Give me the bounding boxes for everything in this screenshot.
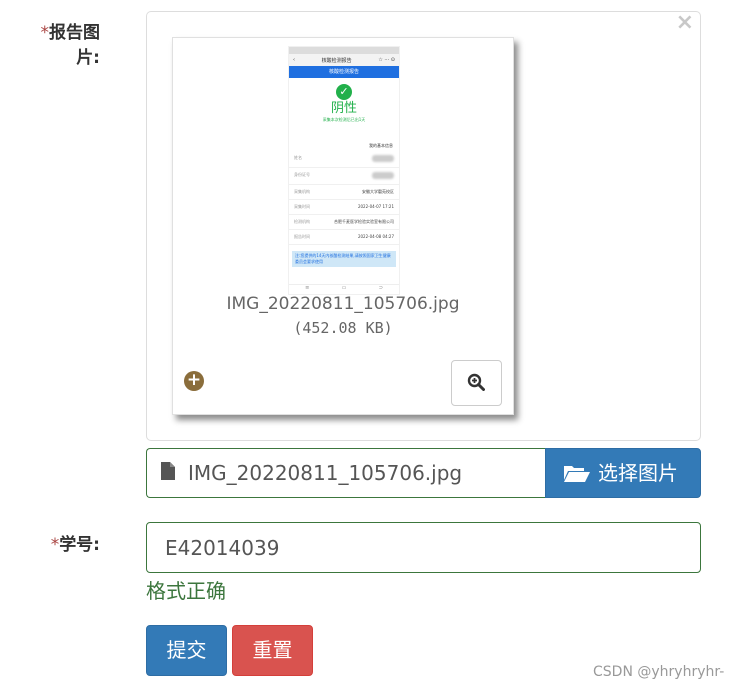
phone-info-row: 身份证号 — [289, 168, 399, 185]
close-icon[interactable]: × — [676, 10, 694, 35]
phone-section-title: 我的基本信息 — [369, 143, 393, 148]
phone-info-rows: 姓名身份证号采集机构 安徽大学磬苑校区采集时间 2022-04-07 17:21 检测… — [289, 151, 399, 245]
preview-file-size: (452.08 KB) — [293, 319, 393, 337]
choose-image-label: 选择图片 — [598, 461, 678, 485]
file-caption[interactable]: IMG_20220811_105706.jpg — [146, 448, 545, 498]
file-caption-text: IMG_20220811_105706.jpg — [188, 461, 463, 485]
file-input-group: IMG_20220811_105706.jpg 选择图片 — [146, 448, 701, 498]
phone-nav-bar: ≡ ▭ ⊃ — [289, 284, 399, 294]
phone-info-value: 安徽大学磬苑校区 — [362, 189, 394, 194]
phone-info-row: 姓名 — [289, 151, 399, 168]
phone-info-row: 采集时间 2022-04-07 17:21 — [289, 200, 399, 215]
phone-header: 核酸检测报告 — [289, 66, 399, 78]
folder-open-icon — [564, 466, 590, 482]
zoom-button[interactable] — [451, 360, 502, 406]
student-id-label-text: 学号: — [59, 535, 100, 555]
report-image-label: *报告图片: — [30, 21, 101, 71]
reset-button[interactable]: 重置 — [232, 625, 313, 676]
phone-info-value: 合肥千麦医学检验实验室有限公司 — [334, 219, 394, 224]
phone-info-value — [372, 155, 394, 163]
check-icon: ✓ — [336, 84, 352, 100]
phone-info-value: 2022-04-08 04:27 — [357, 234, 394, 239]
phone-status-bar — [289, 47, 399, 54]
required-mark: * — [40, 23, 50, 43]
phone-info-row: 报告时间 2022-04-08 04:27 — [289, 230, 399, 245]
phone-info-key: 身份证号 — [294, 172, 310, 177]
phone-note: 注:您提供的14天内核酸检测结果,请按照国家卫生健康委员会要求使用 — [292, 251, 396, 267]
phone-info-value — [372, 172, 394, 180]
phone-info-value: 2022-04-07 17:21 — [357, 204, 394, 209]
student-id-label: *学号: — [30, 533, 100, 558]
zoom-in-icon — [467, 373, 485, 391]
phone-info-key: 检测机构 — [294, 219, 310, 224]
phone-info-key: 采集机构 — [294, 189, 310, 194]
preview-file-name: IMG_20220811_105706.jpg — [226, 294, 460, 314]
redacted-blur — [372, 172, 394, 179]
phone-info-row: 采集机构 安徽大学磬苑校区 — [289, 185, 399, 200]
student-id-input[interactable] — [146, 522, 701, 573]
report-image-label-text: 报告图片: — [49, 23, 100, 68]
plus-circle-icon[interactable]: + — [184, 371, 204, 391]
image-thumbnail: ‹ 核酸检测报告 ☆ ··· ⊙ 核酸检测报告 ✓ 阴性 采集本次检测后已出1天 我… — [288, 46, 400, 295]
phone-info-key: 报告时间 — [294, 234, 310, 239]
file-icon — [161, 462, 175, 480]
submit-button[interactable]: 提交 — [146, 625, 227, 676]
upload-preview-panel: × ‹ 核酸检测报告 ☆ ··· ⊙ 核酸检测报告 ✓ 阴性 采集本次检测后已出1天… — [146, 10, 701, 441]
redacted-blur — [372, 155, 394, 162]
phone-title-bar: ‹ 核酸检测报告 ☆ ··· ⊙ — [289, 54, 399, 66]
required-mark: * — [50, 535, 60, 555]
validation-message: 格式正确 — [146, 579, 226, 603]
image-thumbnail-card: ‹ 核酸检测报告 ☆ ··· ⊙ 核酸检测报告 ✓ 阴性 采集本次检测后已出1天 我… — [172, 37, 514, 415]
phone-title: 核酸检测报告 — [321, 57, 352, 64]
choose-image-button[interactable]: 选择图片 — [545, 448, 701, 498]
phone-info-row: 检测机构 合肥千麦医学检验实验室有限公司 — [289, 215, 399, 230]
phone-info-key: 姓名 — [294, 155, 302, 160]
watermark: CSDN @yhryhryhr- — [593, 664, 725, 680]
phone-info-key: 采集时间 — [294, 204, 310, 209]
phone-result: 阴性 — [330, 101, 357, 116]
